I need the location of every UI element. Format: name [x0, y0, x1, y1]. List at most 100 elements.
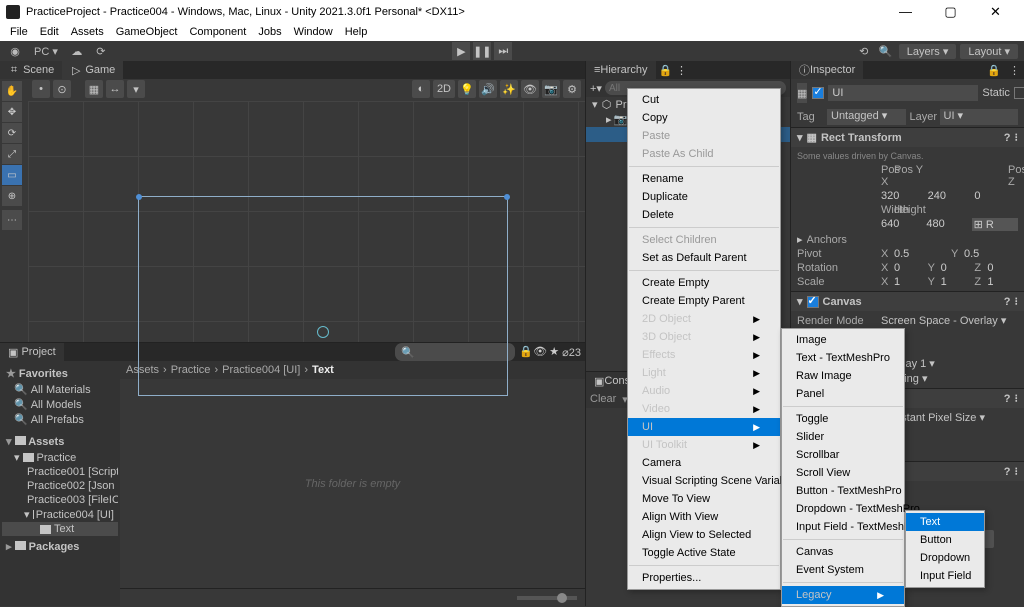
ctx-create-empty-parent[interactable]: Create Empty Parent — [628, 292, 780, 310]
all-materials[interactable]: 🔍 All Materials — [2, 382, 118, 397]
menu-gameobject[interactable]: GameObject — [110, 26, 184, 38]
ui-dropdown-tmp[interactable]: Dropdown - TextMeshPro — [782, 500, 904, 518]
legacy-text[interactable]: Text — [906, 513, 984, 531]
ctx-rename[interactable]: Rename — [628, 170, 780, 188]
local-toggle[interactable]: ⊙ — [53, 80, 71, 98]
ctx-set-default-parent[interactable]: Set as Default Parent — [628, 249, 780, 267]
posz-field[interactable]: 0 — [974, 190, 1018, 202]
minimize-button[interactable]: — — [883, 0, 928, 23]
posy-field[interactable]: 240 — [928, 190, 972, 202]
audio-toggle-icon[interactable]: 🔊 — [479, 80, 497, 98]
comp-help-icon[interactable]: ? — [1004, 132, 1011, 144]
anchors-foldout[interactable]: ▸ — [797, 233, 803, 246]
ctx-copy[interactable]: Copy — [628, 109, 780, 127]
ui-raw-image[interactable]: Raw Image — [782, 367, 904, 385]
2d-toggle[interactable]: 2D — [433, 80, 455, 98]
hierarchy-lock-icon[interactable]: 🔒 — [660, 64, 672, 76]
selected-object-rect[interactable] — [138, 196, 508, 396]
pc-icon[interactable]: PC ▾ — [30, 43, 62, 59]
refresh-icon[interactable]: ⟳ — [92, 43, 110, 59]
hierarchy-add-button[interactable]: +▾ — [590, 82, 602, 95]
layer-dropdown[interactable]: UI ▾ — [940, 109, 1019, 125]
static-checkbox[interactable] — [1014, 87, 1024, 99]
tab-inspector[interactable]: ⓘ Inspector — [791, 61, 863, 79]
menu-assets[interactable]: Assets — [65, 26, 110, 38]
ui-canvas[interactable]: Canvas — [782, 543, 904, 561]
roty[interactable]: 0 — [941, 262, 972, 274]
scene-viewport[interactable] — [28, 101, 585, 342]
ctx-vss[interactable]: Visual Scripting Scene Variables — [628, 472, 780, 490]
ctx-video[interactable]: Video▶ — [628, 400, 780, 418]
legacy-input-field[interactable]: Input Field — [906, 567, 984, 585]
layers-dropdown[interactable]: Layers ▾ — [899, 44, 957, 59]
project-lock-icon[interactable]: 🔒 — [520, 346, 532, 358]
pivotx[interactable]: 0.5 — [894, 248, 948, 260]
close-button[interactable]: ✕ — [973, 0, 1018, 23]
project-eye-icon[interactable]: 👁 — [534, 346, 546, 358]
ui-inputfield-tmp[interactable]: Input Field - TextMeshPro — [782, 518, 904, 536]
ui-scroll-view[interactable]: Scroll View — [782, 464, 904, 482]
comp-foldout-icon[interactable]: ▾ — [797, 131, 803, 144]
ui-image[interactable]: Image — [782, 331, 904, 349]
ctx-light[interactable]: Light▶ — [628, 364, 780, 382]
rotate-tool[interactable]: ⟳ — [2, 123, 22, 143]
project-star-icon[interactable]: ★ — [548, 346, 560, 358]
cloud-icon[interactable]: ☁ — [68, 43, 86, 59]
anchor-icon[interactable]: ▦ — [807, 131, 817, 144]
ui-slider[interactable]: Slider — [782, 428, 904, 446]
all-models[interactable]: 🔍 All Models — [2, 397, 118, 412]
grid-snap[interactable]: ▦ — [85, 80, 103, 98]
ctx-effects[interactable]: Effects▶ — [628, 346, 780, 364]
ctx-move-to-view[interactable]: Move To View — [628, 490, 780, 508]
ctx-duplicate[interactable]: Duplicate — [628, 188, 780, 206]
folder-practice003[interactable]: Practice003 [FileIO] — [2, 493, 118, 507]
legacy-button[interactable]: Button — [906, 531, 984, 549]
snap-inc[interactable]: ↔ — [106, 80, 124, 98]
ctx-align-with-view[interactable]: Align With View — [628, 508, 780, 526]
inspector-menu-icon[interactable]: ⋮ — [1005, 64, 1024, 77]
maximize-button[interactable]: ▢ — [928, 0, 973, 23]
undo-icon[interactable]: ⟲ — [855, 43, 873, 59]
rotz[interactable]: 0 — [987, 262, 1018, 274]
active-checkbox[interactable] — [812, 87, 824, 99]
camera-icon[interactable]: 📷 — [542, 80, 560, 98]
folder-practice004[interactable]: ▾ Practice004 [UI] — [2, 507, 118, 522]
tab-project[interactable]: ▣ Project — [0, 343, 64, 361]
light-toggle-icon[interactable]: 💡 — [458, 80, 476, 98]
object-name-input[interactable] — [828, 85, 978, 101]
custom-tool[interactable]: ⋯ — [2, 210, 22, 230]
canvas-enable[interactable] — [807, 296, 819, 308]
tag-dropdown[interactable]: Untagged ▾ — [827, 109, 906, 125]
layout-dropdown[interactable]: Layout ▾ — [960, 44, 1018, 59]
fx-toggle-icon[interactable]: ✨ — [500, 80, 518, 98]
inspector-lock-icon[interactable]: 🔒 — [983, 64, 1005, 77]
folder-practice002[interactable]: Practice002 [Json conver — [2, 479, 118, 493]
ctx-ui[interactable]: UI▶ — [628, 418, 780, 436]
search-icon[interactable]: 🔍 — [877, 43, 895, 59]
ctx-toggle-active[interactable]: Toggle Active State — [628, 544, 780, 562]
gizmo-dropdown[interactable]: ⚙ — [563, 80, 581, 98]
ui-text-tmp[interactable]: Text - TextMeshPro — [782, 349, 904, 367]
assets-header[interactable]: ▾ Assets — [2, 433, 118, 450]
step-button[interactable]: ⏭ — [494, 42, 512, 60]
blueprint-mode[interactable]: ⊞ R — [972, 218, 1018, 231]
ctx-camera[interactable]: Camera — [628, 454, 780, 472]
posx-field[interactable]: 320 — [881, 190, 925, 202]
ui-event-system[interactable]: Event System — [782, 561, 904, 579]
account-icon[interactable]: ◉ — [6, 43, 24, 59]
sclx[interactable]: 1 — [894, 276, 925, 288]
ctx-audio[interactable]: Audio▶ — [628, 382, 780, 400]
folder-text[interactable]: Text — [2, 522, 118, 536]
menu-window[interactable]: Window — [288, 26, 339, 38]
scale-tool[interactable]: ⤢ — [2, 144, 22, 164]
hierarchy-menu-icon[interactable]: ⋮ — [676, 64, 688, 76]
ctx-2d-object[interactable]: 2D Object▶ — [628, 310, 780, 328]
ui-button-tmp[interactable]: Button - TextMeshPro — [782, 482, 904, 500]
move-tool[interactable]: ✥ — [2, 102, 22, 122]
packages-header[interactable]: ▸ Packages — [2, 538, 118, 555]
ctx-ui-toolkit[interactable]: UI Toolkit▶ — [628, 436, 780, 454]
ui-scrollbar[interactable]: Scrollbar — [782, 446, 904, 464]
height-field[interactable]: 480 — [926, 218, 968, 231]
ui-legacy[interactable]: Legacy▶ — [782, 586, 904, 604]
ctx-cut[interactable]: Cut — [628, 91, 780, 109]
